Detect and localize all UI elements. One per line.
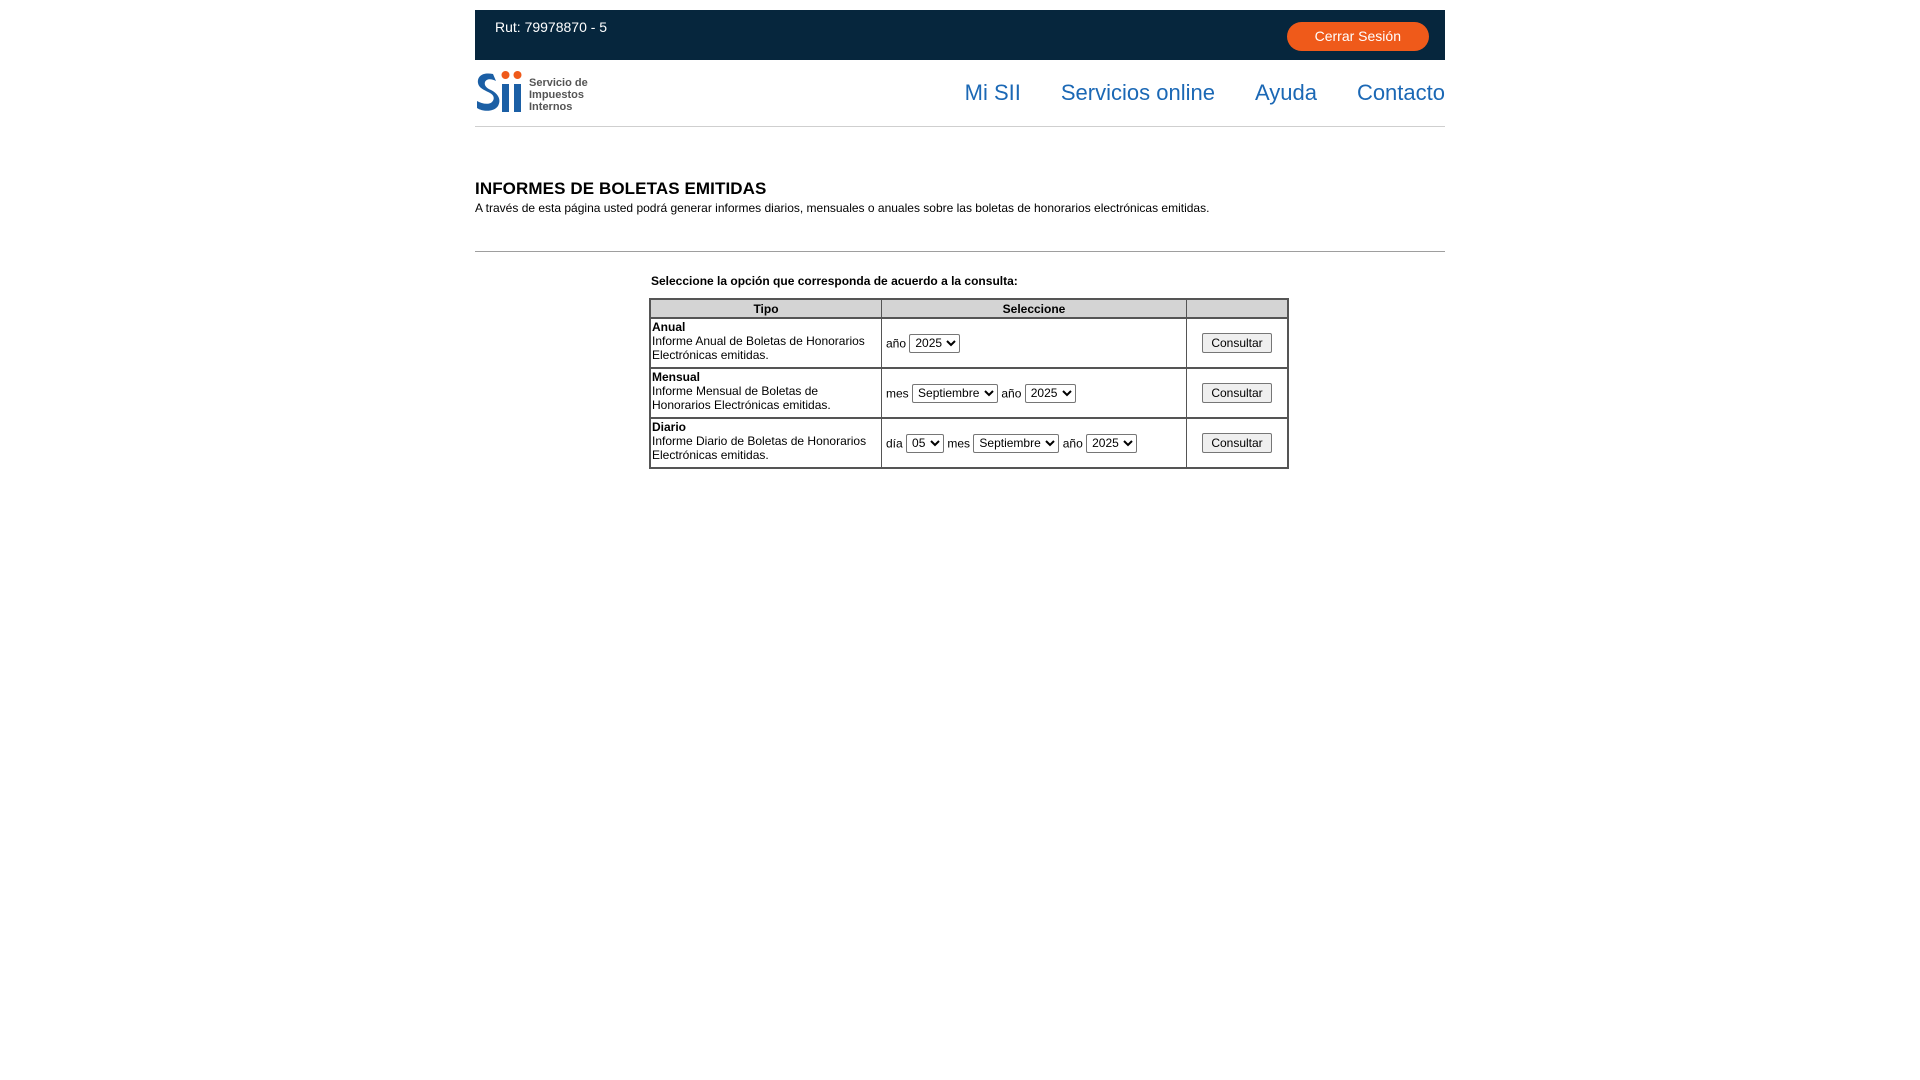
rut-label: Rut: 79978870 - 5 bbox=[495, 19, 608, 35]
tipo-description-diario: Informe Diario de Boletas de Honorarios … bbox=[652, 434, 867, 462]
month-label: mes bbox=[886, 386, 909, 400]
year-select-mensual[interactable]: 2025 bbox=[1024, 383, 1076, 403]
title-section: INFORMES DE BOLETAS EMITIDAS A través de… bbox=[475, 179, 1445, 252]
table-row: Anual Informe Anual de Boletas de Honora… bbox=[649, 317, 1289, 369]
month-select-mensual[interactable]: Septiembre bbox=[912, 383, 999, 403]
day-label: día bbox=[886, 436, 903, 450]
table-header-row: Tipo Seleccione bbox=[649, 298, 1289, 319]
action-cell-diario: Consultar bbox=[1186, 417, 1289, 469]
page-title: INFORMES DE BOLETAS EMITIDAS bbox=[475, 179, 767, 198]
action-cell-anual: Consultar bbox=[1186, 317, 1289, 369]
header-seleccione: Seleccione bbox=[881, 298, 1187, 319]
top-bar: Rut: 79978870 - 5 Cerrar Sesión bbox=[475, 10, 1445, 60]
action-cell-mensual: Consultar bbox=[1186, 367, 1289, 419]
table-row: Diario Informe Diario de Boletas de Hono… bbox=[649, 417, 1289, 469]
nav-contacto[interactable]: Contacto bbox=[1357, 80, 1445, 106]
selector-cell-diario: día 05 mes Septiembre año 2025 bbox=[881, 417, 1187, 469]
year-label: año bbox=[886, 336, 907, 350]
sii-logo[interactable]: Servicio de Impuestos Internos bbox=[475, 68, 615, 118]
month-label: mes bbox=[947, 436, 971, 450]
year-label: año bbox=[1001, 386, 1022, 400]
nav-servicios-online[interactable]: Servicios online bbox=[1061, 80, 1215, 106]
logout-button[interactable]: Cerrar Sesión bbox=[1286, 22, 1429, 51]
tipo-name-diario: Diario bbox=[652, 420, 687, 434]
year-label: año bbox=[1062, 436, 1083, 450]
selector-cell-anual: año 2025 bbox=[881, 317, 1187, 369]
page-subtitle: A través de esta página usted podrá gene… bbox=[475, 201, 1210, 215]
tipo-description-mensual: Informe Mensual de Boletas de Honorarios… bbox=[652, 384, 831, 412]
tipo-name-mensual: Mensual bbox=[652, 370, 701, 384]
reports-table: Tipo Seleccione Anual Informe Anual de B… bbox=[649, 298, 1289, 469]
tipo-cell-mensual: Mensual Informe Mensual de Boletas de Ho… bbox=[649, 367, 882, 419]
query-section: Seleccione la opción que corresponda de … bbox=[627, 274, 1293, 469]
table-row: Mensual Informe Mensual de Boletas de Ho… bbox=[649, 367, 1289, 419]
logo-line-3: Internos bbox=[529, 101, 572, 113]
consultar-diario-button[interactable]: Consultar bbox=[1202, 433, 1272, 453]
page-container: Rut: 79978870 - 5 Cerrar Sesión Servicio… bbox=[475, 0, 1445, 469]
nav-ayuda[interactable]: Ayuda bbox=[1255, 80, 1317, 106]
logo-line-2: Impuestos bbox=[529, 89, 584, 101]
tipo-description-anual: Informe Anual de Boletas de Honorarios E… bbox=[652, 334, 865, 362]
logo-line-1: Servicio de bbox=[529, 77, 588, 89]
consultar-mensual-button[interactable]: Consultar bbox=[1202, 383, 1272, 403]
header-tipo: Tipo bbox=[649, 298, 882, 319]
year-select-diario[interactable]: 2025 bbox=[1086, 433, 1138, 453]
header-action bbox=[1186, 298, 1289, 319]
main-nav: Mi SII Servicios online Ayuda Contacto bbox=[965, 80, 1445, 106]
selector-cell-mensual: mes Septiembre año 2025 bbox=[881, 367, 1187, 419]
instruction-text: Seleccione la opción que corresponda de … bbox=[651, 274, 1018, 288]
year-select-anual[interactable]: 2025 bbox=[909, 333, 961, 353]
day-select-diario[interactable]: 05 bbox=[906, 433, 945, 453]
site-header: Servicio de Impuestos Internos Mi SII Se… bbox=[475, 60, 1445, 127]
tipo-name-anual: Anual bbox=[652, 320, 686, 334]
tipo-cell-anual: Anual Informe Anual de Boletas de Honora… bbox=[649, 317, 882, 369]
consultar-anual-button[interactable]: Consultar bbox=[1202, 333, 1272, 353]
tipo-cell-diario: Diario Informe Diario de Boletas de Hono… bbox=[649, 417, 882, 469]
month-select-diario[interactable]: Septiembre bbox=[973, 433, 1060, 453]
nav-mi-sii[interactable]: Mi SII bbox=[965, 80, 1021, 106]
